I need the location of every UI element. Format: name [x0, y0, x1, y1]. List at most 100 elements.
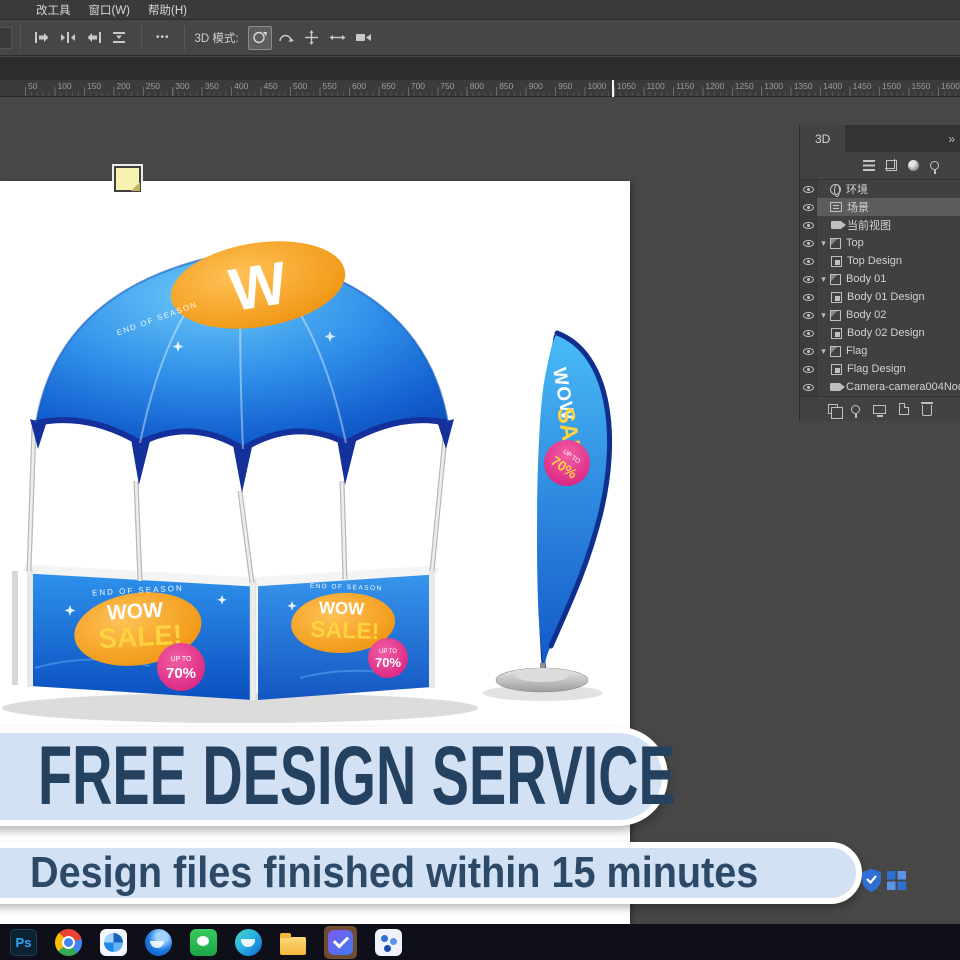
filter-lights-icon[interactable]: [930, 161, 939, 170]
taskbar-chrome-icon[interactable]: [55, 929, 82, 956]
taskbar-v-app-icon[interactable]: [328, 930, 353, 955]
taskbar-green-app-icon[interactable]: [190, 929, 217, 956]
3d-row-flag[interactable]: ▾ Flag: [800, 342, 960, 360]
ruler-tick-label: 400: [234, 81, 248, 91]
chevron-down-icon[interactable]: ▾: [817, 346, 830, 357]
layers-stack-icon[interactable]: [828, 404, 838, 414]
taskbar-photoshop-icon[interactable]: Ps: [10, 929, 37, 956]
filter-scene-icon[interactable]: [863, 160, 875, 171]
3d-row-body-01-design[interactable]: Body 01 Design: [800, 288, 960, 306]
3d-slide-mode-button[interactable]: [326, 26, 350, 50]
menu-item-help[interactable]: 帮助(H): [148, 2, 187, 18]
3d-layer-label: Camera-camera004Nod: [846, 381, 960, 393]
3d-layer-label: Body 01: [846, 273, 886, 285]
visibility-eye-icon[interactable]: [800, 270, 817, 288]
tab-3d[interactable]: 3D: [800, 125, 845, 152]
3d-row-environment[interactable]: 环境: [800, 180, 960, 198]
3d-layer-list: 环境 场景 当前视图 ▾ Top: [800, 180, 960, 396]
ruler-tick-label: 500: [293, 81, 307, 91]
options-bar: ••• 3D 模式:: [0, 20, 960, 56]
taskbar-pinwheel-app-icon[interactable]: [100, 929, 127, 956]
render-icon[interactable]: [873, 405, 886, 414]
3d-row-body-01[interactable]: ▾ Body 01: [800, 270, 960, 288]
mesh-icon: [830, 310, 841, 321]
3d-roll-mode-button[interactable]: [274, 26, 298, 50]
3d-layer-label: Flag: [846, 345, 867, 357]
note-annotation-icon[interactable]: [114, 166, 141, 192]
3d-row-body-02[interactable]: ▾ Body 02: [800, 306, 960, 324]
menu-item-window[interactable]: 窗口(W): [89, 2, 131, 18]
filter-meshes-icon[interactable]: [886, 160, 897, 171]
visibility-eye-icon[interactable]: [800, 252, 817, 270]
visibility-eye-icon[interactable]: [800, 216, 817, 234]
visibility-eye-icon[interactable]: [800, 180, 817, 198]
align-left-icon[interactable]: [30, 27, 54, 49]
align-center-icon[interactable]: [56, 27, 80, 49]
promo-banner-primary: FREE DESIGN SERVICE: [0, 727, 668, 826]
ruler-tick-label: 1000: [588, 81, 607, 91]
3d-mode-label: 3D 模式:: [195, 30, 239, 46]
separator: [20, 26, 21, 50]
chevron-down-icon[interactable]: ▾: [817, 310, 830, 321]
texture-icon: [831, 328, 842, 339]
visibility-eye-icon[interactable]: [800, 342, 817, 360]
3d-pan-mode-button[interactable]: [300, 26, 324, 50]
3d-layer-label: Top: [846, 237, 864, 249]
trash-icon[interactable]: [922, 405, 932, 416]
3d-orbit-mode-button[interactable]: [248, 26, 272, 50]
taskbar-active-app-highlight[interactable]: [324, 926, 357, 959]
mesh-icon: [830, 346, 841, 357]
ruler-tick-label: 550: [323, 81, 337, 91]
3d-row-top[interactable]: ▾ Top: [800, 234, 960, 252]
visibility-eye-icon[interactable]: [800, 234, 817, 252]
visibility-eye-icon[interactable]: [800, 378, 817, 396]
ruler-tick-label: 1100: [646, 81, 664, 91]
overflow-menu-icon[interactable]: •••: [150, 32, 176, 43]
visibility-eye-icon[interactable]: [800, 288, 817, 306]
taskbar-browser-icon[interactable]: [145, 929, 172, 956]
3d-layer-label: 当前视图: [847, 217, 891, 233]
ruler-tick-label: 1500: [882, 81, 901, 91]
3d-row-top-design[interactable]: Top Design: [800, 252, 960, 270]
ruler-tick-label: 700: [411, 81, 425, 91]
3d-zoom-camera-mode-button[interactable]: [352, 26, 376, 50]
ruler-tick-label: 250: [146, 81, 160, 91]
3d-panel: 3D » 环境 场景: [800, 125, 960, 421]
texture-icon: [831, 364, 842, 375]
3d-row-camera[interactable]: Camera-camera004Nod: [800, 378, 960, 396]
document-tab-strip: [0, 57, 960, 80]
distribute-icon[interactable]: [108, 27, 132, 49]
taskbar-edge-icon[interactable]: [235, 929, 262, 956]
ruler-tick-label: 300: [175, 81, 189, 91]
promo-banner-secondary: Design files finished within 15 minutes: [0, 842, 862, 904]
taskbar-dots-app-icon[interactable]: [375, 929, 402, 956]
collapse-panel-icon[interactable]: »: [948, 125, 960, 152]
menu-item-tools[interactable]: 改工具: [36, 2, 71, 18]
add-light-icon[interactable]: [851, 405, 860, 414]
3d-layer-label: Body 01 Design: [847, 291, 925, 303]
3d-row-body-02-design[interactable]: Body 02 Design: [800, 324, 960, 342]
new-item-icon[interactable]: [899, 403, 909, 415]
horizontal-ruler[interactable]: 5010015020025030035040045050055060065070…: [0, 80, 960, 97]
chevron-down-icon[interactable]: ▾: [817, 274, 830, 285]
tool-preset-icon[interactable]: [0, 27, 12, 49]
ruler-tick-label: 1350: [794, 81, 813, 91]
ruler-tick-label: 150: [87, 81, 101, 91]
visibility-eye-icon[interactable]: [800, 324, 817, 342]
ruler-tick-label: 1450: [853, 81, 872, 91]
taskbar-file-explorer-icon[interactable]: [280, 937, 306, 955]
3d-layer-label: 环境: [846, 181, 868, 197]
3d-row-scene[interactable]: 场景: [800, 198, 960, 216]
chevron-down-icon[interactable]: ▾: [817, 238, 830, 249]
visibility-eye-icon[interactable]: [800, 360, 817, 378]
app-grid-logo: [887, 871, 906, 890]
3d-row-current-view[interactable]: 当前视图: [800, 216, 960, 234]
align-right-icon[interactable]: [82, 27, 106, 49]
3d-row-flag-design[interactable]: Flag Design: [800, 360, 960, 378]
visibility-eye-icon[interactable]: [800, 198, 817, 216]
menu-bar: 改工具 窗口(W) 帮助(H): [0, 0, 960, 20]
visibility-eye-icon[interactable]: [800, 306, 817, 324]
camera-icon: [831, 221, 842, 229]
filter-materials-icon[interactable]: [908, 160, 919, 171]
ruler-tick-label: 1550: [912, 81, 931, 91]
